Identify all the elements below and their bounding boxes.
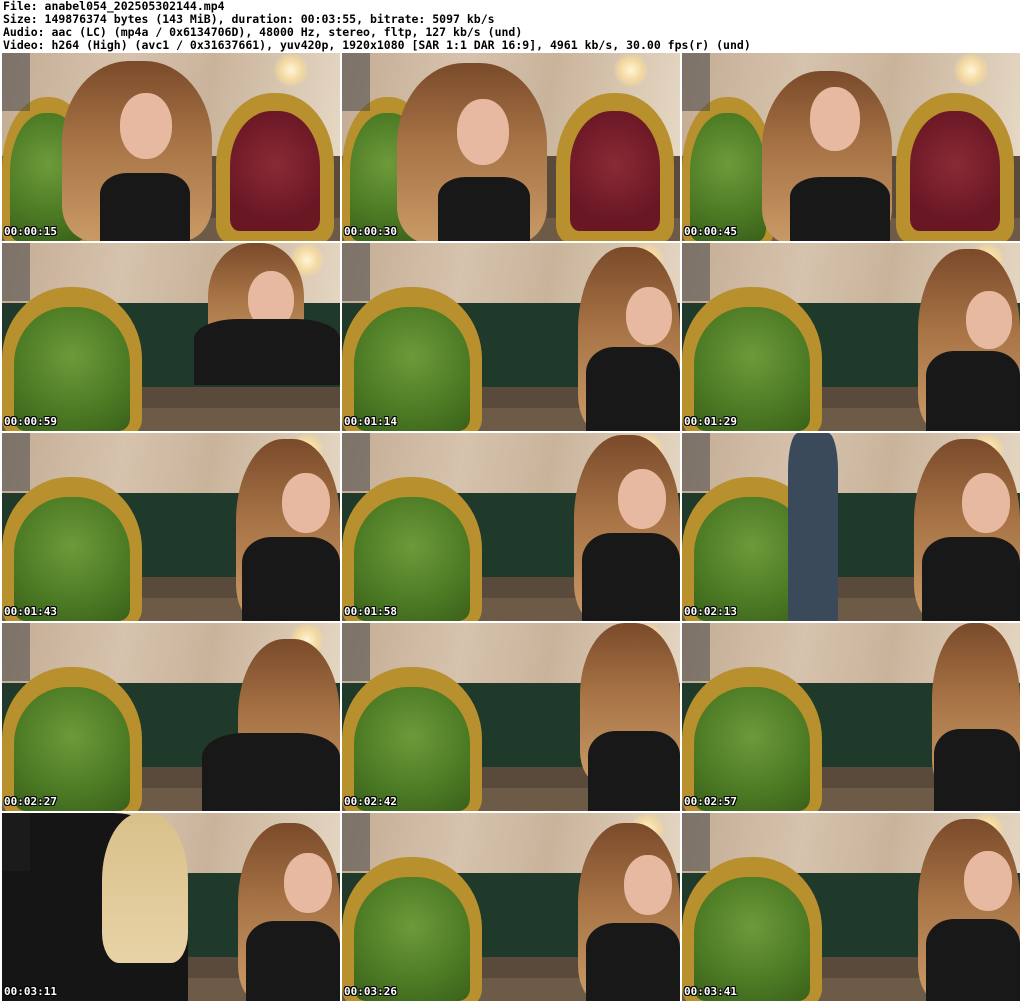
person-shirt xyxy=(438,177,530,241)
green-chair-cushion xyxy=(694,877,810,1001)
person-shirt xyxy=(790,177,890,241)
person-shirt xyxy=(934,729,1020,811)
timestamp: 00:03:11 xyxy=(4,985,57,998)
person-shirt xyxy=(582,533,680,621)
timestamp: 00:00:59 xyxy=(4,415,57,428)
overlay-panel xyxy=(682,243,710,301)
video-thumbnail[interactable]: 00:01:29 xyxy=(682,243,1020,431)
person-face xyxy=(626,287,672,345)
person-face xyxy=(282,473,330,533)
timestamp: 00:01:14 xyxy=(344,415,397,428)
video-thumbnail[interactable]: 00:02:13 xyxy=(682,433,1020,621)
person-shirt xyxy=(194,319,340,385)
video-thumbnail[interactable]: 00:02:27 xyxy=(2,623,340,811)
person-face xyxy=(457,99,509,165)
video-thumbnail[interactable]: 00:02:42 xyxy=(342,623,680,811)
green-chair-cushion xyxy=(14,687,130,811)
timestamp: 00:02:27 xyxy=(4,795,57,808)
video-thumbnail[interactable]: 00:01:58 xyxy=(342,433,680,621)
video-thumbnail[interactable]: 00:01:14 xyxy=(342,243,680,431)
overlay-panel xyxy=(342,433,370,491)
overlay-panel xyxy=(2,623,30,681)
green-chair-cushion xyxy=(354,497,470,621)
red-chair-cushion xyxy=(570,111,660,231)
green-chair-cushion xyxy=(694,687,810,811)
green-chair-cushion xyxy=(690,113,766,241)
overlay-panel xyxy=(682,813,710,871)
person-shirt xyxy=(202,733,340,811)
overlay-panel xyxy=(342,243,370,301)
overlay-panel xyxy=(682,433,710,491)
overlay-panel xyxy=(682,53,710,111)
lamp xyxy=(954,53,988,87)
person-shirt xyxy=(100,173,190,241)
overlay-panel xyxy=(2,433,30,491)
timestamp: 00:00:15 xyxy=(4,225,57,238)
video-line: Video: h264 (High) (avc1 / 0x31637661), … xyxy=(3,38,751,52)
lamp xyxy=(274,53,308,87)
background-person xyxy=(788,433,838,621)
thumbnail-grid: 00:00:15 00:00:30 00:00:45 00:00:59 00:0… xyxy=(2,53,1023,1001)
green-chair-cushion xyxy=(694,307,810,431)
overlay-panel xyxy=(342,813,370,871)
person-shirt xyxy=(588,731,680,811)
green-chair-cushion xyxy=(14,497,130,621)
person-shirt xyxy=(922,537,1020,621)
timestamp: 00:02:57 xyxy=(684,795,737,808)
red-chair-cushion xyxy=(910,111,1000,231)
video-thumbnail[interactable]: 00:01:43 xyxy=(2,433,340,621)
person-face xyxy=(962,473,1010,533)
green-chair-cushion xyxy=(14,307,130,431)
timestamp: 00:01:58 xyxy=(344,605,397,618)
video-thumbnail[interactable]: 00:00:15 xyxy=(2,53,340,241)
overlay-panel xyxy=(2,243,30,301)
person-face xyxy=(966,291,1012,349)
person-face xyxy=(120,93,172,159)
green-chair-cushion xyxy=(354,877,470,1001)
person-face xyxy=(618,469,666,529)
person-face xyxy=(624,855,672,915)
person-shirt xyxy=(586,347,680,431)
video-thumbnail[interactable]: 00:00:45 xyxy=(682,53,1020,241)
video-thumbnail[interactable]: 00:02:57 xyxy=(682,623,1020,811)
video-thumbnail[interactable]: 00:00:59 xyxy=(2,243,340,431)
timestamp: 00:00:30 xyxy=(344,225,397,238)
person-shirt xyxy=(242,537,340,621)
red-chair-cushion xyxy=(230,111,320,231)
timestamp: 00:02:42 xyxy=(344,795,397,808)
video-thumbnail[interactable]: 00:03:11 xyxy=(2,813,340,1001)
green-chair-cushion xyxy=(354,307,470,431)
lamp xyxy=(614,53,648,87)
timestamp: 00:00:45 xyxy=(684,225,737,238)
overlay-panel xyxy=(342,53,370,111)
overlay-panel xyxy=(2,813,30,871)
foreground-person-hair xyxy=(102,813,188,963)
person-face xyxy=(810,87,860,151)
person-face xyxy=(964,851,1012,911)
video-thumbnail[interactable]: 00:03:41 xyxy=(682,813,1020,1001)
person-shirt xyxy=(926,919,1020,1001)
green-chair-cushion xyxy=(354,687,470,811)
person-shirt xyxy=(246,921,340,1001)
file-info-header: File: anabel054_202505302144.mp4 Size: 1… xyxy=(3,0,1021,52)
timestamp: 00:03:26 xyxy=(344,985,397,998)
person-face xyxy=(284,853,332,913)
person-shirt xyxy=(586,923,680,1001)
overlay-panel xyxy=(2,53,30,111)
timestamp: 00:01:29 xyxy=(684,415,737,428)
overlay-panel xyxy=(342,623,370,681)
video-thumbnail[interactable]: 00:00:30 xyxy=(342,53,680,241)
overlay-panel xyxy=(682,623,710,681)
video-thumbnail[interactable]: 00:03:26 xyxy=(342,813,680,1001)
person-shirt xyxy=(926,351,1020,431)
timestamp: 00:03:41 xyxy=(684,985,737,998)
timestamp: 00:01:43 xyxy=(4,605,57,618)
timestamp: 00:02:13 xyxy=(684,605,737,618)
